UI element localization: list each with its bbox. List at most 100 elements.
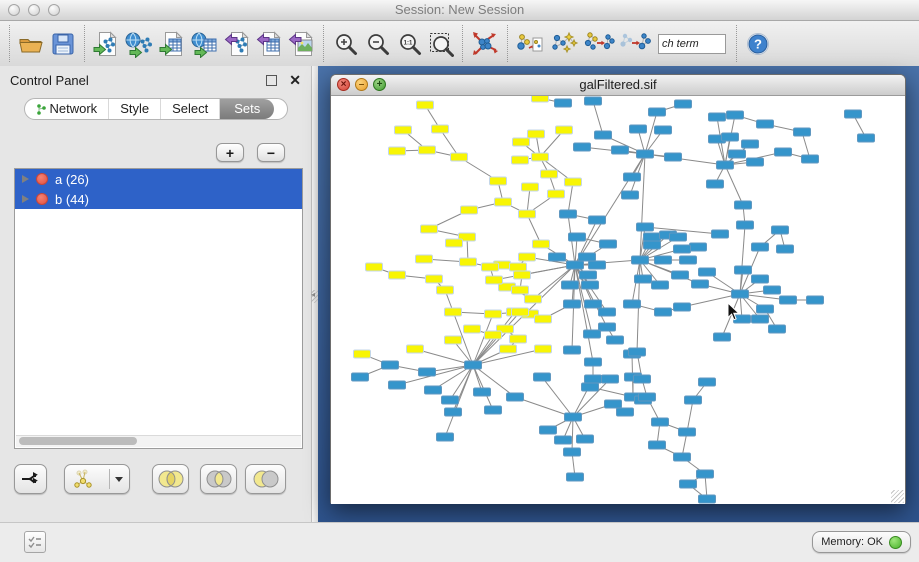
graph-node-blue[interactable] <box>670 233 687 241</box>
float-panel-icon[interactable] <box>266 75 277 86</box>
network-canvas[interactable] <box>331 96 905 504</box>
graph-node-blue[interactable] <box>775 148 792 156</box>
zoom-window-button[interactable] <box>48 4 60 16</box>
graph-node-yellow[interactable] <box>495 198 512 206</box>
graph-node-blue[interactable] <box>699 378 716 386</box>
graph-node-yellow[interactable] <box>512 156 529 164</box>
graph-node-yellow[interactable] <box>535 315 552 323</box>
graph-node-blue[interactable] <box>599 308 616 316</box>
graph-node-blue[interactable] <box>655 126 672 134</box>
graph-node-blue[interactable] <box>737 221 754 229</box>
graph-edge[interactable] <box>568 182 573 214</box>
graph-node-blue[interactable] <box>624 300 641 308</box>
graph-node-yellow[interactable] <box>445 336 462 344</box>
graph-node-blue[interactable] <box>564 448 581 456</box>
graph-node-blue[interactable] <box>649 108 666 116</box>
graph-node-blue[interactable] <box>602 375 619 383</box>
graph-node-yellow[interactable] <box>419 146 436 154</box>
graph-node-yellow[interactable] <box>485 310 502 318</box>
graph-edge[interactable] <box>572 417 573 452</box>
tab-select[interactable]: Select <box>160 99 219 119</box>
graph-node-blue[interactable] <box>580 271 597 279</box>
graph-node-yellow[interactable] <box>354 350 371 358</box>
graph-node-blue[interactable] <box>699 268 716 276</box>
merge-networks-button[interactable] <box>617 24 653 64</box>
graph-node-blue[interactable] <box>735 266 752 274</box>
graph-node-yellow[interactable] <box>366 263 383 271</box>
graph-node-blue[interactable] <box>697 470 714 478</box>
graph-node-yellow[interactable] <box>432 125 449 133</box>
graph-node-blue[interactable] <box>582 383 599 391</box>
graph-node-blue[interactable] <box>617 408 634 416</box>
graph-node-blue[interactable] <box>699 495 716 503</box>
graph-node-yellow[interactable] <box>407 345 424 353</box>
graph-node-blue[interactable] <box>474 388 491 396</box>
graph-node-yellow[interactable] <box>548 190 565 198</box>
graph-node-blue[interactable] <box>649 441 666 449</box>
graph-node-blue[interactable] <box>655 308 672 316</box>
graph-node-yellow[interactable] <box>510 335 527 343</box>
minimize-view-button[interactable]: – <box>355 78 368 91</box>
network-window-titlebar[interactable]: × – + galFiltered.sif <box>331 75 905 96</box>
graph-node-blue[interactable] <box>674 453 691 461</box>
graph-node-blue[interactable] <box>674 303 691 311</box>
tab-network[interactable]: Network <box>25 99 109 119</box>
graph-node-blue[interactable] <box>540 426 557 434</box>
import-network-web-button[interactable] <box>122 24 156 64</box>
export-network-button[interactable] <box>222 24 254 64</box>
graph-node-blue[interactable] <box>595 131 612 139</box>
graph-node-blue[interactable] <box>752 315 769 323</box>
graph-node-yellow[interactable] <box>522 183 539 191</box>
task-history-button[interactable] <box>24 531 46 553</box>
graph-node-blue[interactable] <box>655 256 672 264</box>
graph-node-blue[interactable] <box>569 233 586 241</box>
graph-node-blue[interactable] <box>589 216 606 224</box>
split-set-button[interactable] <box>14 464 47 494</box>
maximize-view-button[interactable]: + <box>373 78 386 91</box>
graph-node-blue[interactable] <box>735 201 752 209</box>
graph-node-blue[interactable] <box>465 361 482 369</box>
graph-node-blue[interactable] <box>352 373 369 381</box>
graph-node-yellow[interactable] <box>445 308 462 316</box>
graph-node-yellow[interactable] <box>513 138 530 146</box>
graph-node-yellow[interactable] <box>482 263 499 271</box>
graph-node-blue[interactable] <box>564 300 581 308</box>
set-row-a[interactable]: a (26) <box>15 169 302 189</box>
graph-node-blue[interactable] <box>674 245 691 253</box>
tab-style[interactable]: Style <box>108 99 160 119</box>
graph-node-blue[interactable] <box>709 113 726 121</box>
graph-node-yellow[interactable] <box>565 178 582 186</box>
graph-node-blue[interactable] <box>555 99 572 107</box>
graph-node-yellow[interactable] <box>535 345 552 353</box>
graph-edge[interactable] <box>725 165 743 205</box>
graph-node-blue[interactable] <box>772 226 789 234</box>
graph-node-blue[interactable] <box>679 428 696 436</box>
graph-node-blue[interactable] <box>599 323 616 331</box>
graph-node-blue[interactable] <box>579 253 596 261</box>
graph-node-yellow[interactable] <box>446 239 463 247</box>
graph-node-blue[interactable] <box>585 300 602 308</box>
graph-node-yellow[interactable] <box>417 101 434 109</box>
graph-node-blue[interactable] <box>777 245 794 253</box>
graph-node-blue[interactable] <box>555 436 572 444</box>
graph-node-yellow[interactable] <box>460 258 477 266</box>
graph-node-blue[interactable] <box>585 97 602 105</box>
graph-node-blue[interactable] <box>769 325 786 333</box>
graph-node-blue[interactable] <box>507 393 524 401</box>
graph-node-blue[interactable] <box>752 243 769 251</box>
graph-edge[interactable] <box>687 400 693 432</box>
graph-node-blue[interactable] <box>747 158 764 166</box>
graph-node-blue[interactable] <box>714 333 731 341</box>
graph-node-blue[interactable] <box>585 358 602 366</box>
graph-node-blue[interactable] <box>632 256 649 264</box>
graph-node-yellow[interactable] <box>525 295 542 303</box>
graph-node-blue[interactable] <box>445 408 462 416</box>
set-difference-button[interactable] <box>245 464 286 494</box>
graph-node-yellow[interactable] <box>426 275 443 283</box>
graph-node-yellow[interactable] <box>437 286 454 294</box>
graph-node-blue[interactable] <box>637 150 654 158</box>
graph-node-blue[interactable] <box>582 281 599 289</box>
graph-node-yellow[interactable] <box>490 177 507 185</box>
graph-node-blue[interactable] <box>680 480 697 488</box>
set-intersection-button[interactable] <box>200 464 237 494</box>
